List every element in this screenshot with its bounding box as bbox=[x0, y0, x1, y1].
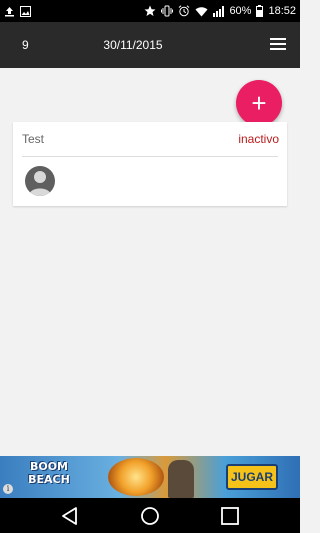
clock-time: 18:52 bbox=[268, 5, 296, 17]
vibrate-icon bbox=[161, 5, 174, 17]
home-icon[interactable] bbox=[140, 506, 160, 526]
ad-explosion-image bbox=[108, 458, 164, 496]
status-bar: 60% 18:52 bbox=[0, 0, 300, 22]
wifi-icon bbox=[195, 6, 208, 16]
item-card[interactable]: Test inactivo bbox=[13, 122, 287, 206]
ad-banner[interactable]: i BOOM BEACH JUGAR bbox=[0, 456, 300, 498]
card-title: Test bbox=[22, 132, 45, 146]
star-icon bbox=[144, 5, 156, 16]
ad-logo: BOOM BEACH bbox=[28, 460, 70, 486]
signal-icon bbox=[213, 5, 225, 17]
app-bar: 9 30/11/2015 bbox=[0, 22, 300, 68]
alarm-icon bbox=[179, 5, 190, 17]
divider bbox=[22, 156, 278, 157]
navigation-bar bbox=[0, 498, 300, 533]
ad-info-icon[interactable]: i bbox=[3, 484, 13, 494]
plus-icon: + bbox=[251, 88, 267, 118]
menu-button[interactable] bbox=[270, 38, 286, 52]
add-button[interactable]: + bbox=[236, 80, 282, 126]
battery-icon bbox=[256, 5, 264, 17]
back-icon[interactable] bbox=[60, 506, 80, 526]
image-notification-icon bbox=[20, 5, 31, 17]
ad-play-button[interactable]: JUGAR bbox=[226, 464, 278, 490]
recent-apps-icon[interactable] bbox=[220, 506, 240, 526]
user-icon bbox=[29, 171, 51, 196]
date-label: 30/11/2015 bbox=[103, 38, 163, 52]
ad-character-image bbox=[168, 460, 194, 498]
menu-icon bbox=[270, 38, 286, 40]
avatar[interactable] bbox=[25, 166, 55, 196]
upload-icon bbox=[5, 6, 14, 16]
status-badge: inactivo bbox=[238, 132, 279, 146]
battery-percent: 60% bbox=[229, 5, 252, 17]
